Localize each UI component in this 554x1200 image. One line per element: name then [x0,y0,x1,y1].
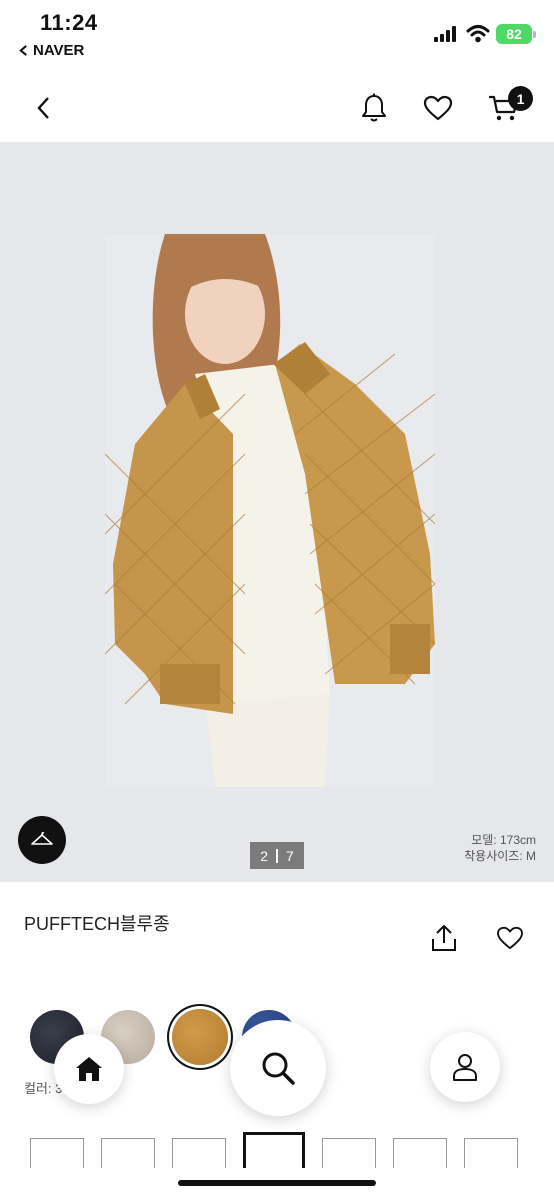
cellular-signal-icon [434,26,456,42]
size-option[interactable] [393,1138,447,1168]
user-icon [453,1054,477,1081]
notifications-button[interactable] [356,90,392,126]
status-bar: 11:24 NAVER 82 [0,0,554,70]
home-button[interactable] [54,1034,124,1104]
product-image-gallery[interactable]: 2 7 모델: 173cm 착용사이즈: M [0,142,554,882]
cart-count-badge: 1 [508,86,533,111]
home-icon [76,1057,102,1081]
product-title: PUFFTECH블루종 [24,914,170,934]
size-option[interactable] [30,1138,84,1168]
model-height: 모델: 173cm [471,833,536,847]
image-pager: 2 7 [250,842,304,869]
wifi-icon [466,25,490,43]
battery-level: 82 [506,26,522,42]
size-option[interactable] [322,1138,376,1168]
style-hint-button[interactable] [18,816,66,864]
back-button[interactable] [26,90,62,126]
model-info: 모델: 173cm 착용사이즈: M [464,832,536,864]
pager-separator [276,848,278,863]
bell-icon [362,93,386,122]
home-indicator [178,1180,376,1186]
size-option[interactable] [172,1138,226,1168]
share-icon [432,925,456,951]
size-option[interactable] [101,1138,155,1168]
pager-current: 2 [260,847,268,864]
battery-indicator: 82 [496,24,536,44]
top-navigation [0,76,554,142]
size-selector [30,1132,518,1168]
my-page-button[interactable] [430,1032,500,1102]
share-button[interactable] [426,920,462,956]
size-option[interactable] [464,1138,518,1168]
product-photo [105,234,435,787]
chevron-left-icon [37,97,49,119]
heart-icon [423,95,453,121]
hanger-icon [31,831,53,845]
wishlist-button[interactable] [420,90,456,126]
wear-size: 착용사이즈: M [464,849,536,863]
search-button[interactable] [230,1020,326,1116]
color-swatch-brown-selected[interactable] [172,1009,228,1065]
pager-total: 7 [286,847,294,864]
back-arrow-icon [19,45,27,56]
heart-icon [497,926,523,950]
product-like-button[interactable] [492,920,528,956]
status-time: 11:24 [40,10,98,35]
back-app-label: NAVER [33,42,85,59]
size-option-selected[interactable] [243,1132,305,1168]
back-to-app-link[interactable]: NAVER [18,42,84,59]
search-icon [262,1052,295,1085]
